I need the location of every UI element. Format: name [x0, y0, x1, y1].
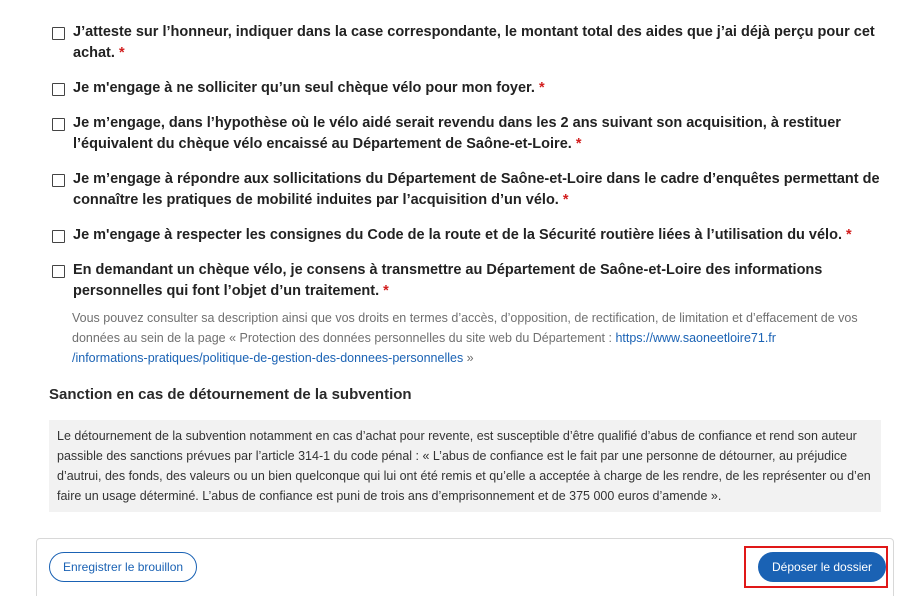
sanction-heading: Sanction en cas de détournement de la su…: [49, 386, 412, 403]
required-marker: *: [383, 283, 389, 299]
checkbox-road-safety[interactable]: [52, 230, 65, 243]
checkbox-single-cheque[interactable]: [52, 83, 65, 96]
declaration-label: En demandant un chèque vélo, je consens …: [73, 262, 823, 299]
required-marker: *: [575, 136, 582, 152]
submit-button[interactable]: Déposer le dossier: [758, 552, 887, 582]
declaration-surveys[interactable]: Je m’engage à répondre aux sollicitation…: [52, 169, 882, 211]
save-draft-button[interactable]: Enregistrer le brouillon: [49, 552, 198, 582]
declaration-data-consent[interactable]: En demandant un chèque vélo, je consens …: [52, 260, 882, 302]
declaration-label: Je m’engage à répondre aux sollicitation…: [73, 171, 880, 208]
privacy-note: Vous pouvez consulter sa description ain…: [72, 311, 858, 365]
declaration-label: Je m'engage à ne solliciter qu’un seul c…: [73, 80, 545, 96]
required-marker: *: [538, 80, 545, 96]
declaration-resale[interactable]: Je m’engage, dans l’hypothèse où le vélo…: [52, 113, 882, 155]
required-marker: *: [118, 45, 125, 61]
checkbox-resale[interactable]: [52, 118, 65, 131]
declaration-label: Je m'engage à respecter les consignes du…: [73, 227, 852, 243]
required-marker: *: [562, 192, 569, 208]
checkbox-data-consent[interactable]: [52, 265, 65, 278]
declaration-road-safety[interactable]: Je m'engage à respecter les consignes du…: [52, 225, 882, 246]
checkbox-honor[interactable]: [52, 27, 65, 40]
required-marker: *: [846, 227, 852, 243]
declaration-label: Je m’engage, dans l’hypothèse où le vélo…: [73, 115, 841, 152]
sanction-text: Le détournement de la subvention notamme…: [49, 420, 881, 512]
declaration-label: J’atteste sur l’honneur, indiquer dans l…: [73, 24, 875, 61]
checkbox-surveys[interactable]: [52, 174, 65, 187]
declarations-list: J’atteste sur l’honneur, indiquer dans l…: [52, 22, 882, 368]
declaration-honor[interactable]: J’atteste sur l’honneur, indiquer dans l…: [52, 22, 882, 64]
form-page: J’atteste sur l’honneur, indiquer dans l…: [0, 0, 903, 596]
declaration-single-cheque[interactable]: Je m'engage à ne solliciter qu’un seul c…: [52, 78, 882, 99]
